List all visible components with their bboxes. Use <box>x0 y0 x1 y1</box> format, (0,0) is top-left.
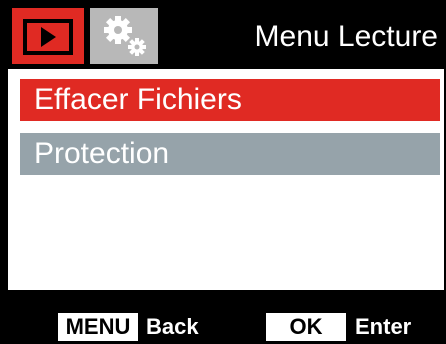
menu-key[interactable]: MENU <box>58 313 138 341</box>
dashcam-screen: Menu Lecture Effacer Fichiers Protection… <box>0 0 446 344</box>
ok-key[interactable]: OK <box>266 313 346 341</box>
tab-playback[interactable] <box>12 8 84 64</box>
tab-settings[interactable] <box>90 8 158 64</box>
menu-list: Effacer Fichiers Protection <box>8 69 444 290</box>
page-title: Menu Lecture <box>254 20 438 53</box>
back-label: Back <box>146 314 199 339</box>
menu-item-protection[interactable]: Protection <box>20 133 440 175</box>
gears-icon <box>104 16 146 56</box>
play-icon <box>23 19 73 55</box>
footer-bar: MENU Back OK Enter <box>8 290 444 344</box>
menu-item-delete-files[interactable]: Effacer Fichiers <box>20 79 440 121</box>
enter-label: Enter <box>355 314 412 339</box>
